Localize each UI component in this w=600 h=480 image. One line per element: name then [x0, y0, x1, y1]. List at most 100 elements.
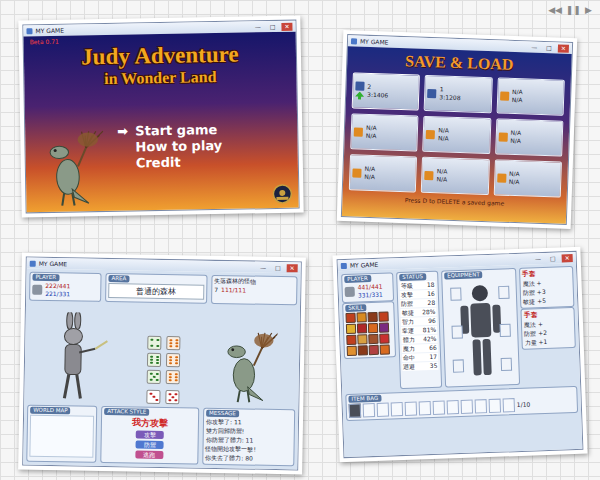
bag-slot[interactable]: [405, 402, 417, 416]
skill-icon[interactable]: [379, 333, 389, 343]
die[interactable]: [167, 336, 181, 350]
slideshow-controls: ◀◀ ❚❚ ▶: [548, 5, 592, 15]
skill-icon[interactable]: [356, 312, 366, 322]
equipment-panel: EQUIPMENT: [441, 268, 520, 388]
die[interactable]: [147, 353, 161, 367]
bag-slot[interactable]: [475, 399, 487, 413]
skill-icon[interactable]: [367, 312, 377, 322]
save-slot[interactable]: N/AN/A: [493, 159, 562, 197]
skill-icon[interactable]: [346, 335, 356, 345]
window-button[interactable]: ✕: [562, 254, 573, 262]
skill-icon[interactable]: [379, 322, 389, 332]
game-window: MY GAME—□✕PLAYER222/441221/331AREA普通的森林失…: [22, 257, 302, 471]
slot-number: 2: [367, 83, 388, 92]
die[interactable]: [147, 370, 161, 384]
window-button[interactable]: —: [252, 23, 264, 31]
control-button[interactable]: ▶: [585, 5, 592, 15]
empty-slot-icon: [354, 127, 363, 136]
save-slot[interactable]: N/AN/A: [495, 118, 564, 156]
skill-icon[interactable]: [368, 334, 378, 344]
equipment-body-icon: [448, 280, 513, 382]
save-slot[interactable]: N/AN/A: [349, 154, 418, 192]
stat-row: 幸運81%: [401, 326, 437, 335]
skill-icon[interactable]: [368, 323, 378, 333]
bag-slot[interactable]: [447, 400, 459, 414]
die[interactable]: [166, 370, 180, 384]
save-slot[interactable]: N/AN/A: [423, 116, 492, 154]
skill-icon[interactable]: [380, 344, 390, 354]
monster-name: 失落森林的怪物: [214, 277, 294, 286]
app-icon: [351, 38, 357, 44]
dinosaur-icon: [39, 125, 104, 208]
window-button[interactable]: —: [532, 255, 544, 263]
message-line: 你失去了體力: 80: [205, 454, 291, 463]
bag-slot[interactable]: [363, 403, 375, 417]
action-button[interactable]: 攻擊: [136, 431, 164, 439]
world-map-panel: WORLD MAP: [26, 405, 97, 463]
area-name: 普通的森林: [108, 283, 204, 300]
message-line: 你攻擊了: 11: [206, 418, 292, 427]
stat-row: 敏捷28%: [400, 308, 436, 317]
bag-slot[interactable]: [503, 398, 515, 412]
panel-label: STATUS: [399, 273, 426, 281]
skill-icon[interactable]: [357, 334, 367, 344]
bag-slot[interactable]: [489, 399, 501, 413]
action-button[interactable]: 防禦: [136, 441, 164, 449]
save-slot[interactable]: 23:1406: [352, 72, 421, 110]
slot-time: N/A: [512, 96, 523, 104]
bag-slot[interactable]: [377, 403, 389, 417]
window-button[interactable]: □: [543, 43, 555, 51]
window-button[interactable]: □: [272, 263, 284, 271]
window-button[interactable]: —: [528, 43, 540, 51]
die[interactable]: [147, 390, 161, 404]
item-line: 魔法 +: [524, 319, 572, 329]
skill-icon[interactable]: [346, 324, 356, 334]
menu-item[interactable]: ➡Start game: [117, 121, 257, 138]
main-menu: ➡Start gameHow to playCredit: [117, 121, 258, 170]
control-button[interactable]: ◀◀: [548, 5, 562, 15]
stat-row: 魔力66: [402, 344, 438, 353]
save-slot[interactable]: 13:1208: [424, 75, 493, 113]
die[interactable]: [148, 336, 162, 350]
window-button[interactable]: —: [257, 263, 269, 271]
app-icon: [30, 260, 36, 266]
monster-hp: 111/111: [221, 286, 246, 294]
skill-icon[interactable]: [345, 313, 355, 323]
save-screen: SAVE & LOAD23:140613:1208N/AN/AN/AN/AN/A…: [342, 46, 572, 224]
menu-item[interactable]: Credit: [118, 153, 258, 170]
bag-slot[interactable]: [419, 401, 431, 415]
rabbit-icon: [46, 312, 110, 403]
area-panel: AREA普通的森林: [105, 273, 207, 304]
stat-row: 智力96: [401, 317, 437, 326]
skill-icon[interactable]: [347, 346, 357, 356]
selected-arrow-icon: [355, 91, 364, 99]
skill-icon[interactable]: [369, 345, 379, 355]
die[interactable]: [166, 390, 180, 404]
skill-icon[interactable]: [378, 311, 388, 321]
menu-item[interactable]: How to play: [117, 137, 257, 154]
world-map[interactable]: [29, 415, 94, 458]
save-slot[interactable]: N/AN/A: [350, 113, 419, 151]
save-slot[interactable]: N/AN/A: [496, 77, 565, 115]
bag-slot[interactable]: [433, 401, 445, 415]
action-button[interactable]: 逃跑: [135, 451, 163, 459]
save-slot[interactable]: N/AN/A: [421, 157, 490, 195]
skill-icon[interactable]: [358, 345, 368, 355]
bag-slot[interactable]: [349, 403, 361, 417]
message-line: 你防禦了體力: 11: [206, 436, 292, 445]
message-line: 怪物開始攻擊一擊!: [205, 445, 291, 454]
hp-text: 441/441: [357, 283, 382, 292]
window-button[interactable]: ✕: [281, 22, 292, 30]
slot-number: N/A: [438, 126, 449, 134]
window-button[interactable]: ✕: [558, 44, 569, 52]
control-button[interactable]: ❚❚: [566, 5, 581, 15]
bag-slot[interactable]: [391, 402, 403, 416]
die[interactable]: [166, 353, 180, 367]
stats-panel: STATUS等級18攻擊16防禦28敏捷28%智力96幸運81%體力42%魔力6…: [396, 271, 442, 389]
window-button[interactable]: ✕: [287, 264, 298, 272]
window-button[interactable]: □: [547, 254, 559, 262]
skill-icon[interactable]: [357, 323, 367, 333]
bag-slot[interactable]: [461, 400, 473, 414]
window-button[interactable]: □: [267, 22, 279, 30]
mp-text: 331/331: [358, 291, 383, 300]
